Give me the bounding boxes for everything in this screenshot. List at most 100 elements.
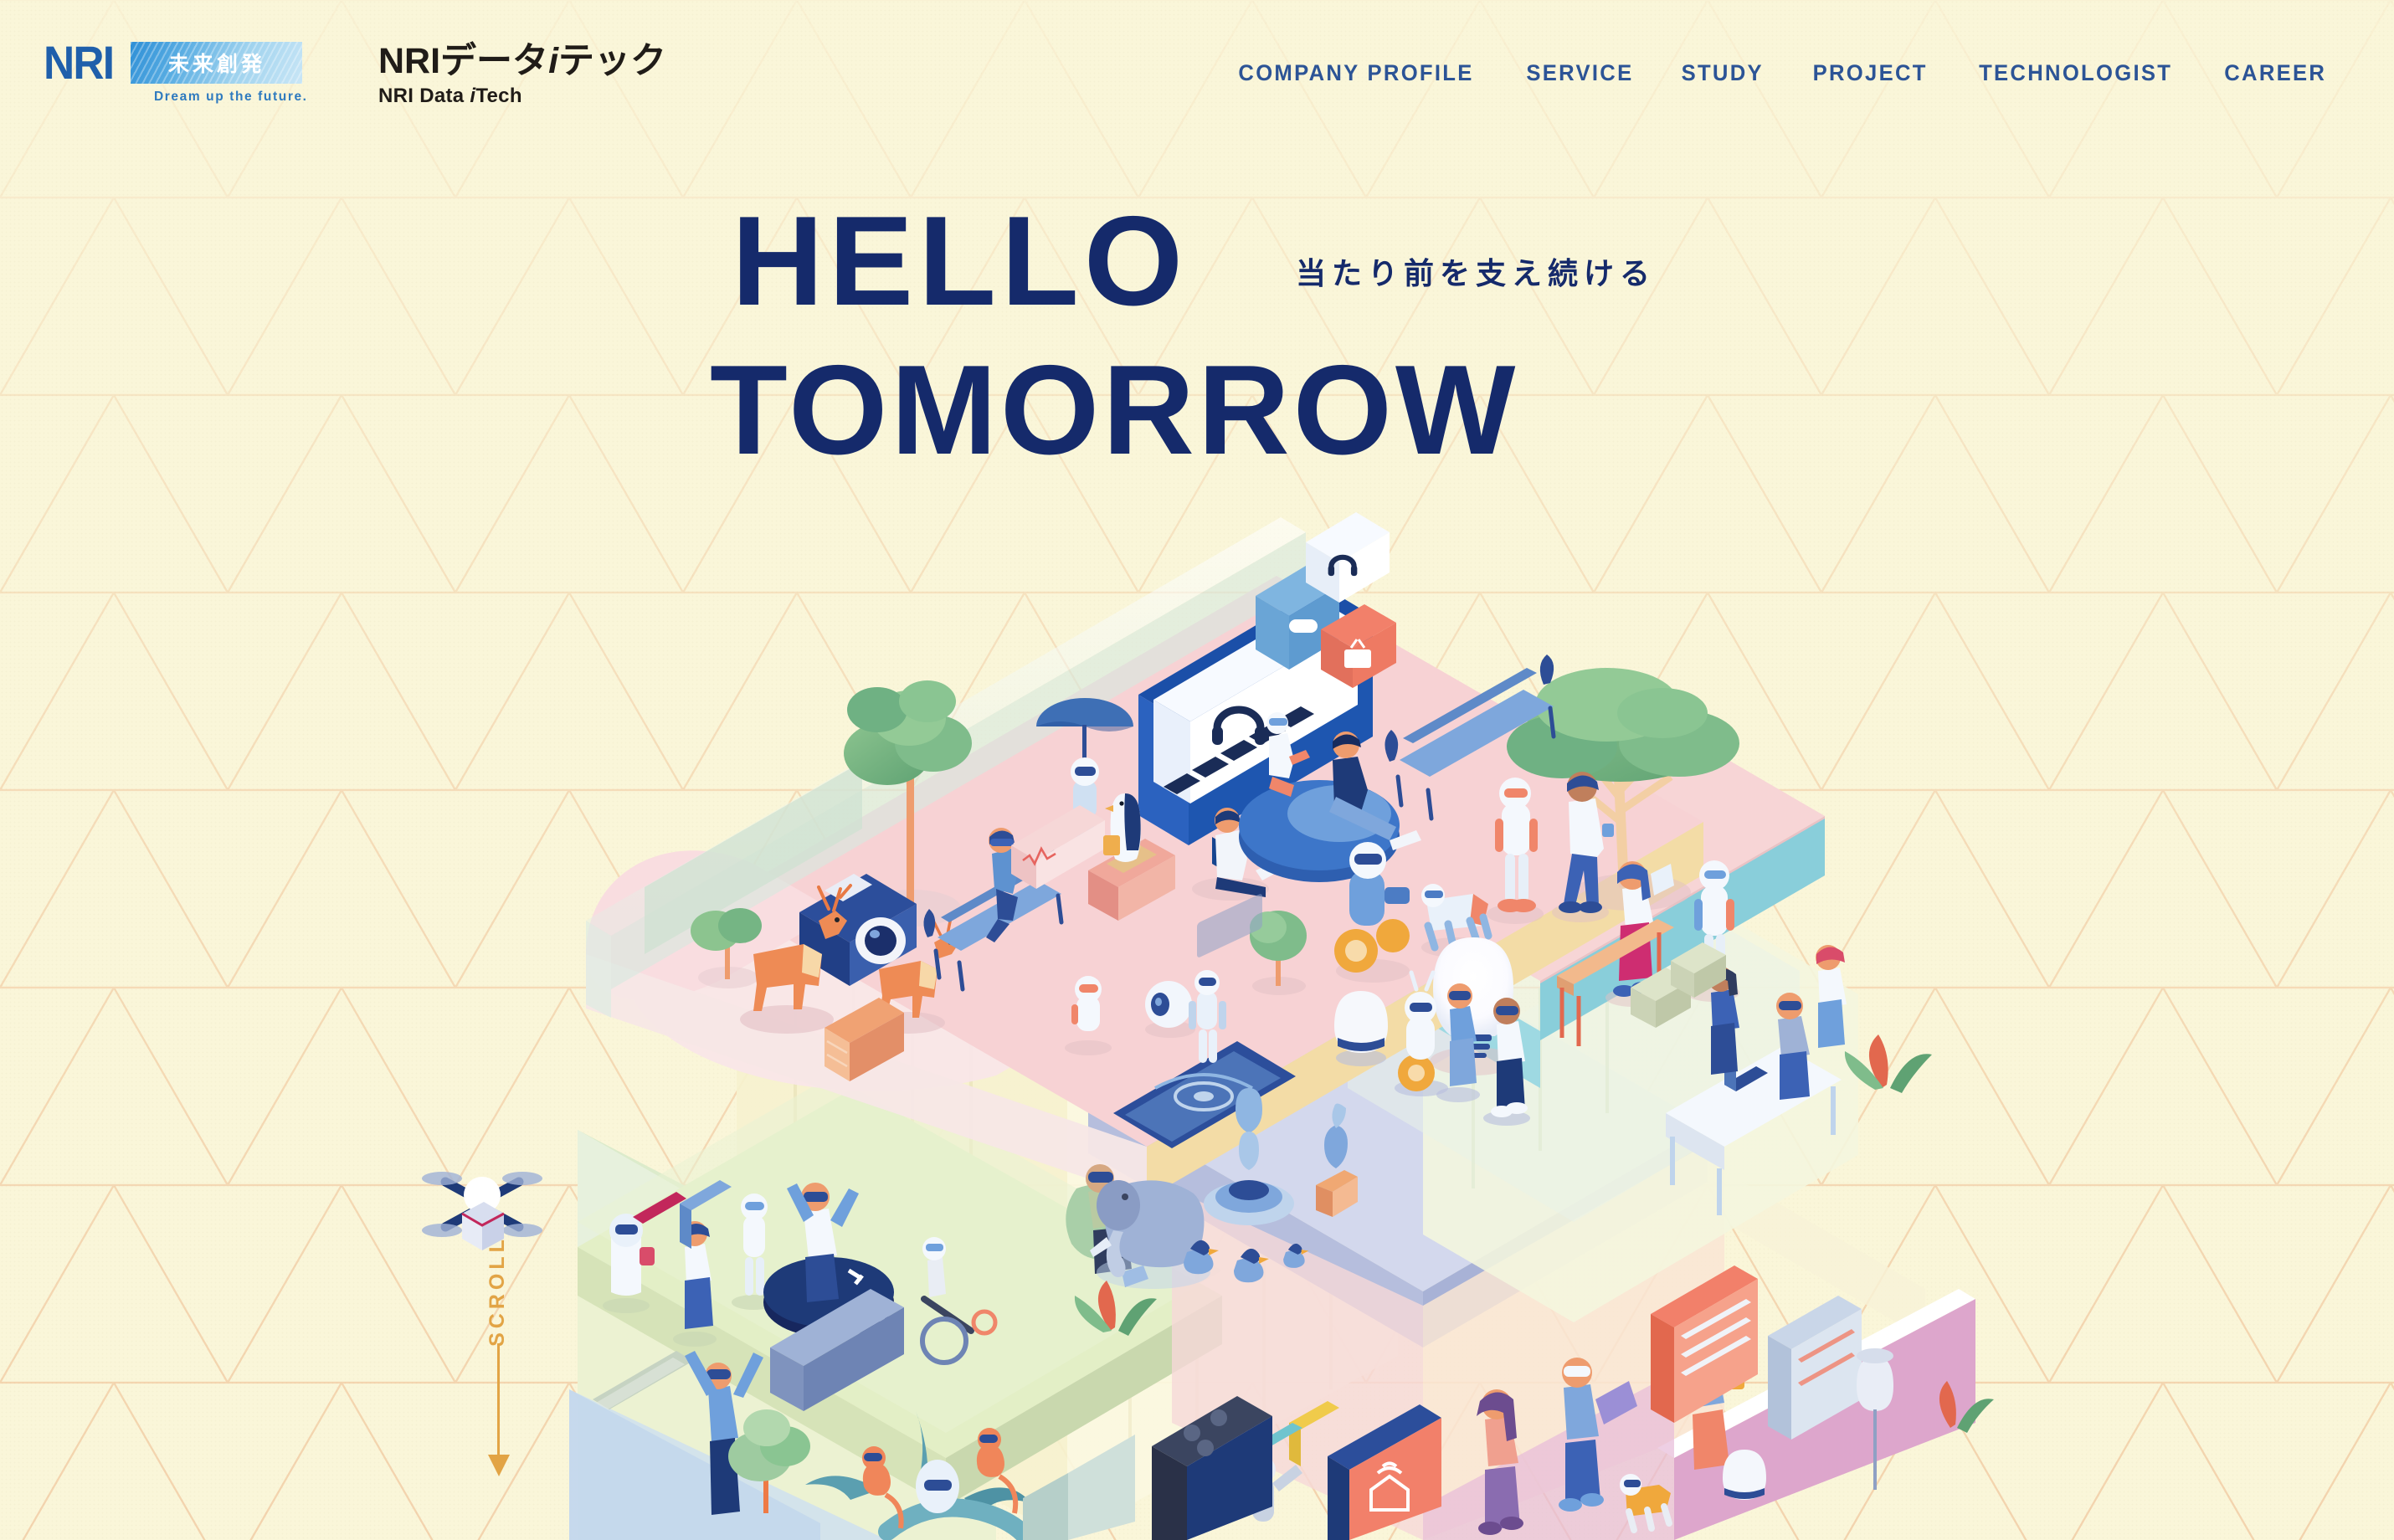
beanbag-sofa <box>1239 780 1400 882</box>
app-tile-tv <box>1321 604 1396 688</box>
treadmill-machine <box>770 1289 904 1411</box>
robot-dog-lower <box>1620 1474 1672 1533</box>
tree-tall <box>844 680 972 927</box>
smart-speaker-lower <box>1723 1450 1766 1500</box>
nav-service[interactable]: SERVICE <box>1526 60 1633 86</box>
tree-lower-left <box>728 1409 810 1513</box>
illustration-lower-block <box>569 1130 996 1540</box>
person-office-pink-hair <box>1816 945 1847 1048</box>
person-vr-bench <box>986 828 1018 942</box>
potted-plant-lavender-deck <box>1316 1103 1358 1217</box>
background-noise-texture <box>0 0 2394 1540</box>
hero-title-line-1: HELLO <box>732 190 1189 332</box>
person-office-worker <box>1776 993 1810 1100</box>
tree-canopy-right <box>1507 668 1739 911</box>
robot-on-panel <box>1189 970 1226 1063</box>
primary-navigation[interactable]: COMPANY PROFILE SERVICE STUDY PROJECT TE… <box>1232 60 2329 86</box>
illustration-mid-deck-center <box>1088 931 1708 1348</box>
hay-bale <box>825 998 904 1081</box>
park-bench-left <box>923 849 1064 992</box>
monkey-right <box>976 1428 1019 1514</box>
vintage-camera <box>799 874 917 986</box>
deer-small <box>871 916 959 1034</box>
octopus-sculpture <box>805 1411 1040 1540</box>
ducks <box>1184 1240 1309 1283</box>
hero-tagline-jp: 当たり前を支え続ける <box>1296 256 1657 290</box>
robot-servicing-panel <box>1688 1332 1744 1470</box>
floor-lamp <box>1857 1348 1893 1490</box>
person-adult-mid <box>1483 998 1530 1126</box>
smart-speaker-orb <box>1145 981 1195 1038</box>
elephant <box>1090 1180 1210 1289</box>
person-seated-floor <box>1192 808 1281 901</box>
hero-title-line-2: TOMORROW <box>710 339 1519 482</box>
server-rack-panel-2 <box>1768 1296 1862 1440</box>
robot-standing-left <box>1063 757 1107 853</box>
scroll-label: SCROLL <box>485 1235 509 1347</box>
monkey-left <box>862 1446 904 1529</box>
plant-tropical-a <box>1074 1281 1157 1336</box>
nav-project[interactable]: PROJECT <box>1813 60 1928 86</box>
hero-isometric-illustration <box>422 512 1994 1540</box>
person-woman-purple <box>1477 1389 1523 1535</box>
nav-technologist[interactable]: TECHNOLOGIST <box>1979 60 2172 86</box>
robot-seated-sofa <box>1266 712 1310 797</box>
illustration-upper-right-deck <box>1306 680 1825 1088</box>
penguin <box>1088 793 1175 921</box>
cardboard-boxes <box>1631 942 1726 1028</box>
scroll-indicator[interactable]: SCROLL <box>474 1230 541 1481</box>
robot-dog <box>1421 884 1492 957</box>
tree-small-left <box>691 908 762 988</box>
site-header: NRI 未来創発 Dream up the future. NRIデータiテック… <box>0 0 2394 167</box>
robot-segway <box>1334 842 1410 983</box>
light-bulb <box>1430 937 1517 1075</box>
background-triangle-pattern <box>0 0 2394 1540</box>
smartphone-smarthome <box>1261 1401 1441 1540</box>
deer-large <box>740 884 852 1034</box>
plant-tropical-right <box>1844 1034 1932 1093</box>
nri-tagline: Dream up the future. <box>154 90 308 104</box>
office-desk-right <box>1666 1046 1842 1215</box>
illustration-right-lower-rooms <box>1172 1134 1975 1540</box>
monitor-screen <box>1138 512 1396 875</box>
person-vr-tablet-lower <box>1559 1358 1637 1512</box>
illustration-main-upper-deck <box>586 517 1703 1199</box>
app-tile-gamepad <box>1256 566 1339 670</box>
company-name-en: NRI Data iTech <box>378 84 522 107</box>
robot-standing-right <box>1487 778 1544 924</box>
person-vr-wall <box>593 1351 763 1515</box>
scroll-arrow-icon <box>488 1455 510 1476</box>
brand-logo[interactable]: NRI 未来創発 Dream up the future. NRIデータiテック… <box>44 38 666 108</box>
illustration-mid-deck-left <box>578 1063 1222 1507</box>
person-woman-tablet <box>1605 861 1674 1007</box>
hero-title: HELLO TOMORROW <box>710 190 1691 502</box>
beach-umbrella <box>1036 698 1133 797</box>
tree-potted-plaza <box>1250 911 1307 995</box>
app-tile-headphone <box>1306 512 1390 603</box>
nav-career[interactable]: CAREER <box>2224 60 2326 86</box>
nri-data-itech-wordmark[interactable]: NRIデータiテック NRI Data iTech <box>378 42 666 108</box>
robot-skeleton <box>920 1237 998 1365</box>
robot-wheeled-mid <box>1395 970 1448 1096</box>
robot-small-a <box>1065 976 1112 1055</box>
nav-study[interactable]: STUDY <box>1682 60 1764 86</box>
kitchen-cabinet <box>1023 1435 1135 1540</box>
robot-egg-speaker <box>1334 991 1388 1066</box>
kitchen-range <box>1152 894 1272 1540</box>
person-child-mid <box>1436 983 1480 1102</box>
robot-mid-left-b <box>732 1194 775 1310</box>
robot-mid-left <box>603 1214 655 1313</box>
person-mid-left-a <box>673 1221 717 1347</box>
illustration-central-tower <box>737 866 1398 1540</box>
illustration-right-office <box>1348 839 1858 1322</box>
nav-company-profile[interactable]: COMPANY PROFILE <box>1238 60 1473 86</box>
person-gamepad-beanbag <box>763 1183 894 1344</box>
person-standing-coffee <box>1552 772 1614 922</box>
tv-panel-mid-left <box>633 1180 732 1249</box>
picnic-table-right <box>1557 919 1674 1046</box>
company-name-jp: NRIデータiテック <box>378 41 667 81</box>
nri-mirai-sohatsu: 未来創発 <box>167 53 265 76</box>
robot-humanoid-far-right <box>1686 860 1739 1002</box>
nri-corporate-mark[interactable]: NRI 未来創発 Dream up the future. <box>44 38 355 105</box>
nri-gradient-box: 未来創発 <box>131 42 303 84</box>
